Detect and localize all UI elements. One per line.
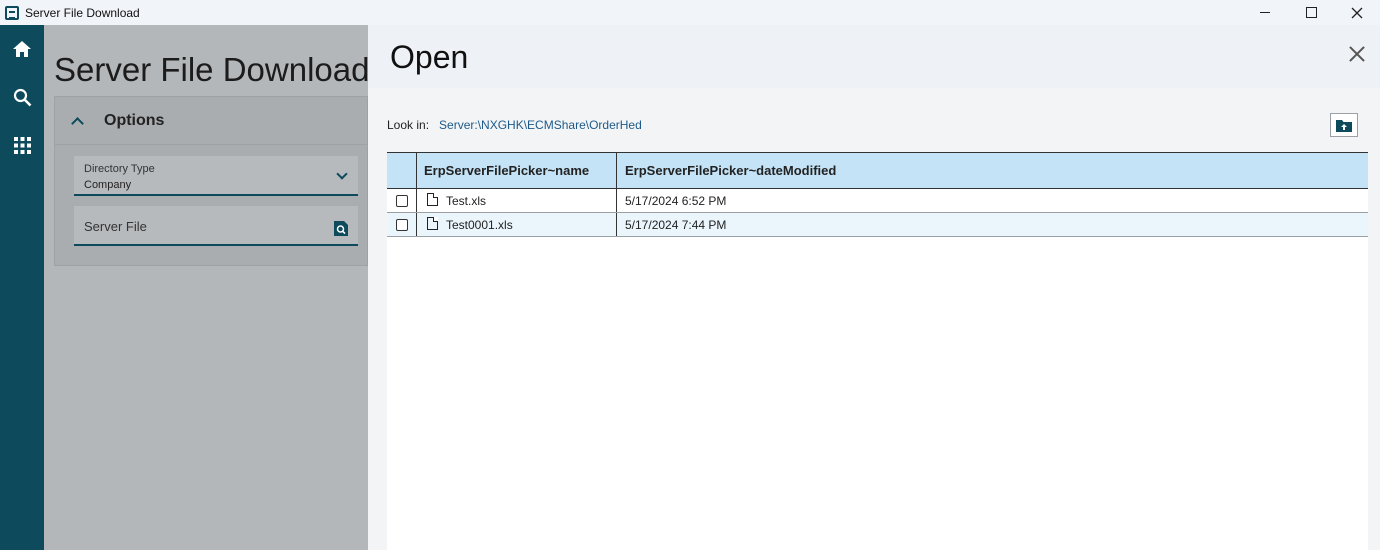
app-logo-icon [5,5,19,20]
column-header-name[interactable]: ErpServerFilePicker~name [417,153,617,188]
dialog-title: Open [390,39,469,75]
open-dialog: Open Look in: Server:\NXGHK\ECMShare\Ord… [368,25,1380,550]
apps-grid-icon [13,136,31,154]
window-title: Server File Download [25,5,140,20]
table-row[interactable]: Test0001.xls 5/17/2024 7:44 PM [387,213,1368,237]
page-title: Server File Download [54,51,370,88]
window-title-bar: Server File Download [0,0,1380,25]
close-icon [1351,7,1363,18]
dialog-body: Look in: Server:\NXGHK\ECMShare\OrderHed… [368,88,1380,550]
file-name: Test0001.xls [446,217,513,232]
dialog-close-button[interactable] [1348,45,1366,63]
nav-rail [0,25,44,550]
options-label: Options [104,111,165,129]
file-icon [427,216,438,230]
server-file-field[interactable]: Server File [74,206,358,246]
select-all-column[interactable] [387,153,417,188]
window-controls [1242,0,1380,25]
grid-header: ErpServerFilePicker~name ErpServerFilePi… [387,153,1368,189]
chevron-down-icon [336,168,348,180]
search-icon [13,88,31,106]
search-file-icon[interactable] [334,221,348,236]
table-row[interactable]: Test.xls 5/17/2024 6:52 PM [387,189,1368,213]
apps-button[interactable] [0,121,44,169]
file-name: Test.xls [446,193,487,208]
options-panel: Options Directory Type Company Server Fi… [54,96,368,266]
file-name-cell[interactable]: Test0001.xls [417,213,617,236]
file-grid: ErpServerFilePicker~name ErpServerFilePi… [387,152,1368,550]
row-checkbox[interactable] [395,194,408,207]
row-checkbox-cell [387,213,417,236]
row-checkbox-cell [387,189,417,212]
directory-type-value: Company [84,179,132,191]
directory-type-label: Directory Type [84,163,155,175]
column-header-date[interactable]: ErpServerFilePicker~dateModified [617,153,1368,188]
look-in-row: Look in: Server:\NXGHK\ECMShare\OrderHed [387,118,642,132]
file-name-cell[interactable]: Test.xls [417,189,617,212]
options-header[interactable]: Options [55,97,367,145]
up-folder-button[interactable] [1330,113,1358,137]
home-button[interactable] [0,25,44,73]
directory-type-select[interactable]: Directory Type Company [74,156,358,196]
home-icon [13,41,31,57]
look-in-path[interactable]: Server:\NXGHK\ECMShare\OrderHed [439,118,642,132]
dialog-header: Open [368,25,1380,88]
folder-up-icon [1336,119,1352,132]
file-date-cell[interactable]: 5/17/2024 7:44 PM [617,213,1368,236]
row-checkbox[interactable] [395,218,408,231]
close-window-button[interactable] [1334,0,1380,25]
file-date-cell[interactable]: 5/17/2024 6:52 PM [617,189,1368,212]
chevron-up-icon [71,116,84,130]
search-button[interactable] [0,73,44,121]
file-icon [427,192,438,206]
minimize-button[interactable] [1242,0,1288,25]
maximize-button[interactable] [1288,0,1334,25]
background-page: Server File Download Options Directory T… [44,25,370,550]
server-file-placeholder: Server File [84,219,147,234]
look-in-label: Look in: [387,118,430,132]
